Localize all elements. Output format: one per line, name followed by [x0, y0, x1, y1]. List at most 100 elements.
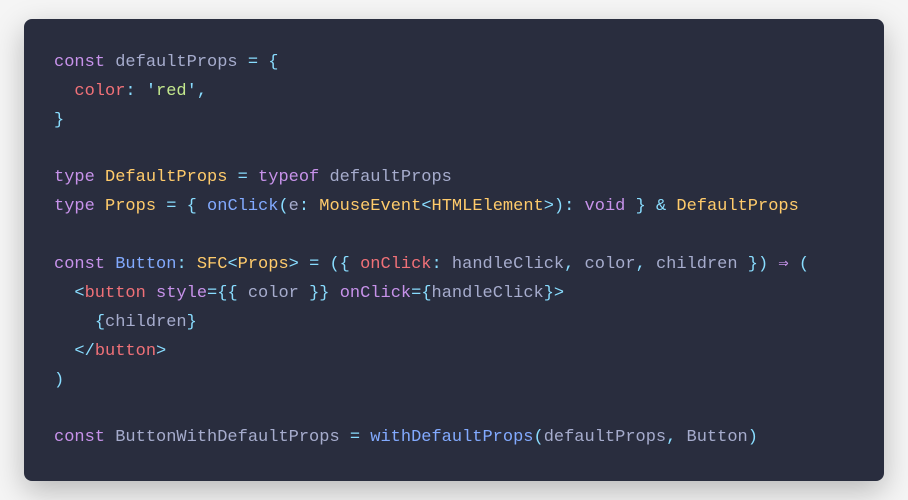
code-token: ' [146, 82, 156, 101]
code-line: type DefaultProps = typeof defaultProps [54, 164, 854, 193]
code-token [95, 168, 105, 187]
code-token: ButtonWithDefaultProps [105, 428, 350, 447]
code-token: Props [105, 197, 156, 216]
code-token: ) [748, 428, 758, 447]
code-token: MouseEvent [319, 197, 421, 216]
code-line: {children} [54, 309, 854, 338]
code-token: handleClick [432, 284, 544, 303]
code-token [54, 284, 74, 303]
code-token [258, 53, 268, 72]
code-token: { [187, 197, 197, 216]
code-token: : [299, 197, 309, 216]
code-token: onClick [360, 255, 431, 274]
code-token: DefaultProps [105, 168, 227, 187]
code-token [248, 168, 258, 187]
code-token [136, 82, 146, 101]
code-line: const defaultProps = { [54, 49, 854, 78]
code-line [54, 135, 854, 164]
code-token: = [248, 53, 258, 72]
code-token: : [176, 255, 186, 274]
code-token [54, 342, 74, 361]
code-line: } [54, 107, 854, 136]
code-token [54, 399, 64, 418]
code-token [789, 255, 799, 274]
code-token: } [636, 197, 646, 216]
code-line: ) [54, 367, 854, 396]
code-token: { [268, 53, 278, 72]
code-token: color [238, 284, 309, 303]
code-token: = [309, 255, 319, 274]
code-token: }) [748, 255, 768, 274]
code-token: , [564, 255, 574, 274]
code-token: children [105, 313, 187, 332]
code-token: color [74, 82, 125, 101]
code-token: Props [238, 255, 289, 274]
code-token: < [74, 284, 84, 303]
code-token: = [207, 284, 217, 303]
code-token: const [54, 53, 105, 72]
code-token: e [289, 197, 299, 216]
code-token [54, 139, 64, 158]
code-token: = [411, 284, 421, 303]
code-token [54, 313, 95, 332]
code-token: ) [54, 371, 64, 390]
code-token: children [646, 255, 748, 274]
code-token: & [656, 197, 666, 216]
code-token [646, 197, 656, 216]
code-token: }> [544, 284, 564, 303]
code-token: } [54, 111, 64, 130]
code-token [187, 255, 197, 274]
code-token [329, 284, 339, 303]
code-token: color [574, 255, 635, 274]
code-token: ( [278, 197, 288, 216]
code-line [54, 395, 854, 424]
code-token: > [156, 342, 166, 361]
code-token: type [54, 197, 95, 216]
code-token: HTMLElement [432, 197, 544, 216]
code-token: = [166, 197, 176, 216]
code-token: defaultProps [319, 168, 452, 187]
code-token: > [289, 255, 299, 274]
code-token: red [156, 82, 187, 101]
code-line: <button style={{ color }} onClick={handl… [54, 280, 854, 309]
code-line: color: 'red', [54, 78, 854, 107]
code-token [768, 255, 778, 274]
code-token: onClick [207, 197, 278, 216]
code-token: button [85, 284, 146, 303]
code-token: = [238, 168, 248, 187]
code-token: defaultProps [105, 53, 248, 72]
code-token: { [421, 284, 431, 303]
code-token [350, 255, 360, 274]
code-token: < [421, 197, 431, 216]
code-token: < [227, 255, 237, 274]
code-line: type Props = { onClick(e: MouseEvent<HTM… [54, 193, 854, 222]
code-token [54, 226, 64, 245]
code-line: const Button: SFC<Props> = ({ onClick: h… [54, 251, 854, 280]
code-token [299, 255, 309, 274]
code-token: : [432, 255, 442, 274]
code-token: onClick [340, 284, 411, 303]
code-token: { [95, 313, 105, 332]
code-token [574, 197, 584, 216]
code-token: defaultProps [544, 428, 666, 447]
code-token: ({ [329, 255, 349, 274]
code-token: style [156, 284, 207, 303]
code-token: type [54, 168, 95, 187]
code-token: void [585, 197, 626, 216]
code-token: = [350, 428, 360, 447]
code-token [666, 197, 676, 216]
code-token [625, 197, 635, 216]
code-token: {{ [217, 284, 237, 303]
code-token: Button [676, 428, 747, 447]
code-token: , [636, 255, 646, 274]
code-token: }} [309, 284, 329, 303]
code-token: } [187, 313, 197, 332]
code-token: ( [799, 255, 809, 274]
code-token: DefaultProps [676, 197, 798, 216]
code-token: const [54, 428, 105, 447]
code-line [54, 222, 854, 251]
code-token [197, 197, 207, 216]
code-token [176, 197, 186, 216]
code-token [95, 197, 105, 216]
code-token [105, 255, 115, 274]
